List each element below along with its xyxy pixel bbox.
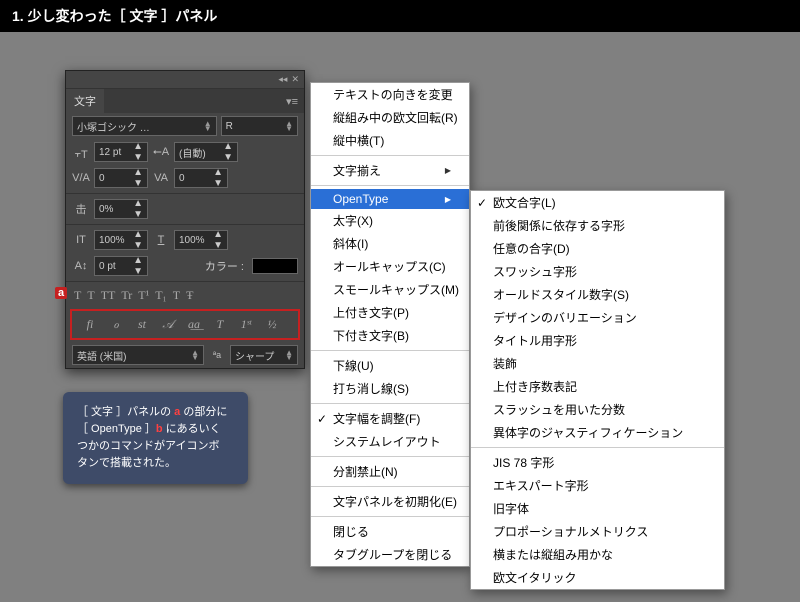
tracking-input[interactable]: 0▲▼: [174, 168, 228, 188]
style-btn-3[interactable]: Tr: [121, 288, 132, 303]
menu-item[interactable]: 下付き文字(B): [311, 324, 469, 347]
menu-item[interactable]: 異体字のジャスティフィケーション: [471, 421, 724, 444]
menu-item[interactable]: 文字揃え: [311, 159, 469, 182]
menu-item[interactable]: 分割禁止(N): [311, 460, 469, 483]
menu-item[interactable]: デザインのバリエーション: [471, 306, 724, 329]
menu-item[interactable]: オールドスタイル数字(S): [471, 283, 724, 306]
ot-contextual-icon[interactable]: ℴ: [106, 317, 126, 332]
menu-item[interactable]: 前後関係に依存する字形: [471, 214, 724, 237]
menu-item[interactable]: JIS 78 字形: [471, 451, 724, 474]
menu-item[interactable]: 縦中横(T): [311, 129, 469, 152]
antialias-select[interactable]: シャープ▲▼: [230, 345, 298, 365]
tsume-icon: 击: [72, 201, 90, 217]
menu-item[interactable]: タイトル用字形: [471, 329, 724, 352]
panel-menu-icon[interactable]: ▾≡: [280, 95, 304, 108]
menu-item[interactable]: 横または縦組み用かな: [471, 543, 724, 566]
style-btn-1[interactable]: T: [87, 288, 94, 303]
kerning-icon: V/A: [72, 172, 90, 184]
menu-item[interactable]: スラッシュを用いた分数: [471, 398, 724, 421]
menu-item[interactable]: オールキャップス(C): [311, 255, 469, 278]
marker-a: a: [55, 287, 67, 299]
opentype-button-row: fi ℴ st 𝒜 a͟a͟ T 1ˢᵗ ½: [70, 309, 300, 340]
style-btn-5[interactable]: T₁: [155, 288, 167, 303]
menu-item[interactable]: エキスパート字形: [471, 474, 724, 497]
opentype-submenu: 欧文合字(L)前後関係に依存する字形任意の合字(D)スワッシュ字形オールドスタイ…: [470, 190, 725, 590]
kerning-input[interactable]: 0▲▼: [94, 168, 148, 188]
menu-item[interactable]: 旧字体: [471, 497, 724, 520]
menu-item[interactable]: 下線(U): [311, 354, 469, 377]
size-icon: ᠇T: [72, 143, 90, 162]
menu-item[interactable]: テキストの向きを変更: [311, 83, 469, 106]
ot-swash-icon[interactable]: 𝒜: [158, 317, 178, 332]
baseline-icon: A↕: [72, 260, 90, 272]
tracking-icon: VA: [152, 172, 170, 184]
menu-item[interactable]: スモールキャップス(M): [311, 278, 469, 301]
ot-ligature-icon[interactable]: fi: [80, 317, 100, 332]
style-btn-6[interactable]: T: [173, 288, 180, 303]
menu-item[interactable]: スワッシュ字形: [471, 260, 724, 283]
callout-box: ［ 文字 ］パネルの a の部分に ［ OpenType ］b にあるいく つか…: [63, 392, 248, 484]
menu-item[interactable]: 上付き序数表記: [471, 375, 724, 398]
vscale-input[interactable]: 100%▲▼: [94, 230, 148, 250]
leading-input[interactable]: (自動)▲▼: [174, 142, 238, 162]
close-icon[interactable]: ✕: [291, 74, 299, 85]
tsume-input[interactable]: 0%▲▼: [94, 199, 148, 219]
hscale-icon: T: [152, 234, 170, 246]
page-title: 1. 少し変わった［ 文字 ］パネル: [0, 0, 800, 32]
font-style-select[interactable]: R▲▼: [221, 116, 298, 136]
ot-ordinal-icon[interactable]: 1ˢᵗ: [236, 317, 256, 332]
style-btn-2[interactable]: TT: [101, 288, 116, 303]
style-btn-4[interactable]: T¹: [138, 288, 149, 303]
ot-titling-icon[interactable]: T: [210, 317, 230, 332]
menu-item[interactable]: 欧文合字(L): [471, 191, 724, 214]
menu-item[interactable]: 任意の合字(D): [471, 237, 724, 260]
stage: ◂◂ ✕ 文字 ▾≡ 小塚ゴシック …▲▼ R▲▼ ᠇T 12 pt▲▼ ⭠A …: [0, 32, 800, 602]
style-btn-0[interactable]: T: [74, 288, 81, 303]
style-btn-7[interactable]: Ŧ: [186, 288, 193, 303]
baseline-input[interactable]: 0 pt▲▼: [94, 256, 148, 276]
panel-tabs: 文字 ▾≡: [66, 89, 304, 113]
color-label: カラー :: [152, 258, 248, 274]
menu-item[interactable]: 文字幅を調整(F): [311, 407, 469, 430]
menu-item[interactable]: OpenType: [311, 189, 469, 209]
ot-stylistic-icon[interactable]: a͟a͟: [184, 317, 204, 332]
menu-item[interactable]: 装飾: [471, 352, 724, 375]
menu-item[interactable]: 打ち消し線(S): [311, 377, 469, 400]
ot-fraction-icon[interactable]: ½: [262, 317, 282, 332]
aa-icon: ªa: [208, 350, 226, 360]
character-panel: ◂◂ ✕ 文字 ▾≡ 小塚ゴシック …▲▼ R▲▼ ᠇T 12 pt▲▼ ⭠A …: [65, 70, 305, 369]
vscale-icon: IT: [72, 234, 90, 246]
menu-item[interactable]: 上付き文字(P): [311, 301, 469, 324]
font-family-select[interactable]: 小塚ゴシック …▲▼: [72, 116, 217, 136]
menu-item[interactable]: 文字パネルを初期化(E): [311, 490, 469, 513]
menu-item[interactable]: システムレイアウト: [311, 430, 469, 453]
panel-flyout-menu: テキストの向きを変更縦組み中の欧文回転(R)縦中横(T) 文字揃え OpenType…: [310, 82, 470, 567]
menu-item[interactable]: 縦組み中の欧文回転(R): [311, 106, 469, 129]
tab-character[interactable]: 文字: [66, 89, 104, 113]
leading-icon: ⭠A: [152, 146, 170, 159]
menu-item[interactable]: 太字(X): [311, 209, 469, 232]
panel-header: ◂◂ ✕: [66, 71, 304, 89]
menu-item[interactable]: タブグループを閉じる: [311, 543, 469, 566]
language-select[interactable]: 英語 (米国)▲▼: [72, 345, 204, 365]
hscale-input[interactable]: 100%▲▼: [174, 230, 228, 250]
type-style-row: T T TT Tr T¹ T₁ T Ŧ: [66, 284, 304, 307]
menu-item[interactable]: 閉じる: [311, 520, 469, 543]
ot-discretionary-icon[interactable]: st: [132, 317, 152, 332]
menu-item[interactable]: 斜体(I): [311, 232, 469, 255]
font-size-input[interactable]: 12 pt▲▼: [94, 142, 148, 162]
collapse-icon[interactable]: ◂◂: [278, 74, 287, 85]
color-swatch[interactable]: [252, 258, 298, 274]
menu-item[interactable]: プロポーショナルメトリクス: [471, 520, 724, 543]
menu-item[interactable]: 欧文イタリック: [471, 566, 724, 589]
